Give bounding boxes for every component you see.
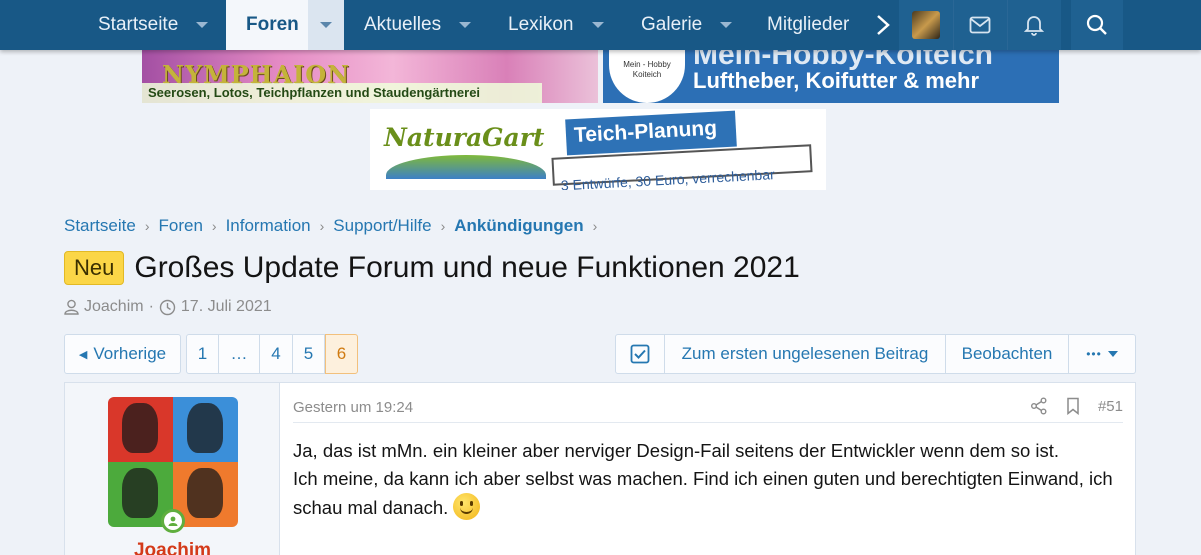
clock-icon — [159, 299, 176, 315]
page-link[interactable]: 1 — [186, 334, 219, 374]
banner-logo: Mein - Hobby Koiteich — [609, 50, 685, 103]
search-icon — [1086, 14, 1107, 35]
user-icon — [64, 299, 79, 315]
nav-foren[interactable]: Foren — [226, 0, 344, 50]
nav-scroll-right[interactable] — [868, 0, 898, 50]
breadcrumb-item[interactable]: Foren — [158, 216, 202, 236]
post-header-actions: #51 — [1030, 397, 1123, 415]
user-menu-area — [899, 0, 1061, 50]
nav-divider — [953, 0, 954, 50]
post-header: Gestern um 19:24 #51 — [293, 397, 1123, 423]
nav-aktuelles[interactable]: Aktuelles — [364, 0, 472, 50]
first-unread-button[interactable]: Zum ersten ungelesenen Beitrag — [665, 334, 946, 374]
breadcrumb-item[interactable]: Information — [226, 216, 311, 236]
post-timestamp[interactable]: Gestern um 19:24 — [293, 399, 413, 416]
thread-actions: Zum ersten ungelesenen Beitrag Beobachte… — [615, 334, 1136, 374]
meta-separator: · — [148, 298, 154, 315]
banner-subline-text: 3 Entwürfe, 30 Euro, verrechenbar — [560, 166, 776, 190]
nav-lexikon-label: Lexikon — [508, 14, 574, 35]
alerts-button[interactable] — [1007, 0, 1061, 50]
nav-aktuelles-label: Aktuelles — [364, 14, 442, 35]
page-title: Großes Update Forum und neue Funktionen … — [134, 251, 800, 284]
prev-page-label: Vorherige — [93, 344, 167, 363]
avatar-quadrant — [173, 397, 238, 462]
page-jump[interactable]: … — [219, 334, 260, 374]
chevron-down-icon[interactable] — [591, 22, 604, 28]
nav-divider — [1007, 0, 1008, 50]
chevron-right-icon — [877, 15, 890, 35]
online-status-icon — [161, 509, 185, 533]
avatar[interactable] — [108, 397, 238, 527]
thread-author[interactable]: Joachim — [84, 298, 144, 316]
more-dots: ••• — [1086, 347, 1102, 361]
chevron-down-icon[interactable] — [196, 22, 209, 28]
nav-galerie-label: Galerie — [641, 14, 703, 35]
nav-startseite-label: Startseite — [98, 14, 179, 35]
chevron-right-icon: › — [319, 218, 325, 234]
more-options-button[interactable]: ••• — [1069, 334, 1136, 374]
page-numbers: 1 … 4 5 6 — [186, 334, 358, 374]
bookmark-icon[interactable] — [1066, 397, 1080, 415]
checkbox-icon — [630, 344, 650, 364]
chevron-down-icon — [1107, 351, 1118, 357]
post-username[interactable]: Joachim — [65, 540, 280, 555]
nav-foren-label: Foren — [246, 14, 299, 35]
avatar-quadrant — [108, 397, 173, 462]
banner-tagline: Seerosen, Lotos, Teichpflanzen und Staud… — [142, 83, 542, 103]
avatar[interactable] — [899, 0, 953, 50]
breadcrumb-item[interactable]: Ankündigungen — [454, 216, 583, 236]
banner-brand: NaturaGart — [384, 123, 545, 152]
thread-date[interactable]: 17. Juli 2021 — [181, 298, 272, 316]
breadcrumb-item[interactable]: Support/Hilfe — [333, 216, 431, 236]
nav-foren-dropdown[interactable] — [308, 0, 344, 50]
banner-wave-graphic — [386, 155, 546, 179]
smiley-icon — [453, 493, 481, 520]
post: Joachim Gestern um 19:24 #51 Ja, das ist… — [64, 382, 1136, 555]
page-link[interactable]: 4 — [260, 334, 293, 374]
banner-koiteich[interactable]: Mein-Hobby-Koiteich Luftheber, Koifutter… — [603, 50, 1059, 103]
avatar-image — [912, 11, 940, 39]
thread-meta: Joachim · 17. Juli 2021 — [64, 298, 272, 316]
nav-mitglieder[interactable]: Mitglieder — [767, 0, 849, 50]
mail-icon — [969, 16, 991, 34]
chevron-down-icon — [320, 22, 332, 28]
post-user-cell: Joachim — [65, 383, 280, 555]
nav-startseite[interactable]: Startseite — [98, 0, 209, 50]
banner-naturagart[interactable]: NaturaGart 3 Entwürfe, 30 Euro, verreche… — [370, 109, 826, 190]
prev-page-button[interactable]: ◀ Vorherige — [64, 334, 181, 374]
search-button[interactable] — [1071, 0, 1123, 50]
post-text-line: Ich meine, da kann ich aber selbst was m… — [293, 468, 1113, 518]
bell-icon — [1024, 16, 1044, 36]
post-text-wrap: Ich meine, da kann ich aber selbst was m… — [293, 465, 1123, 522]
chevron-right-icon: › — [592, 218, 598, 234]
chevron-right-icon: › — [211, 218, 217, 234]
chevron-right-icon: › — [440, 218, 446, 234]
share-icon[interactable] — [1030, 397, 1048, 415]
page-link[interactable]: 5 — [293, 334, 325, 374]
post-number[interactable]: #51 — [1098, 398, 1123, 415]
post-text-line: Ja, das ist mMn. ein kleiner aber nervig… — [293, 440, 1060, 461]
top-navigation: Startseite Foren Aktuelles Lexikon Galer… — [0, 0, 1201, 50]
chevron-down-icon[interactable] — [720, 22, 733, 28]
chevron-down-icon[interactable] — [459, 22, 472, 28]
watch-button[interactable]: Beobachten — [946, 334, 1069, 374]
page-current[interactable]: 6 — [325, 334, 358, 374]
prefix-badge[interactable]: Neu — [64, 251, 125, 285]
chevron-right-icon: › — [144, 218, 150, 234]
pagination: ◀ Vorherige — [64, 334, 181, 374]
nav-mitglieder-label: Mitglieder — [767, 14, 850, 35]
nav-galerie[interactable]: Galerie — [641, 0, 733, 50]
post-body: Ja, das ist mMn. ein kleiner aber nervig… — [293, 437, 1123, 522]
banner-nymphaion[interactable]: NYMPHAION Seerosen, Lotos, Teichpflanzen… — [142, 50, 598, 103]
breadcrumb-item[interactable]: Startseite — [64, 216, 136, 236]
select-toggle-button[interactable] — [615, 334, 665, 374]
chevron-left-icon: ◀ — [78, 348, 88, 361]
user-icon — [168, 516, 178, 526]
thread-title-row: Neu Großes Update Forum und neue Funktio… — [64, 251, 800, 285]
breadcrumb: Startseite › Foren › Information › Suppo… — [64, 216, 606, 236]
inbox-button[interactable] — [953, 0, 1007, 50]
nav-lexikon[interactable]: Lexikon — [508, 0, 604, 50]
banner-subline: Luftheber, Koifutter & mehr — [693, 68, 980, 93]
